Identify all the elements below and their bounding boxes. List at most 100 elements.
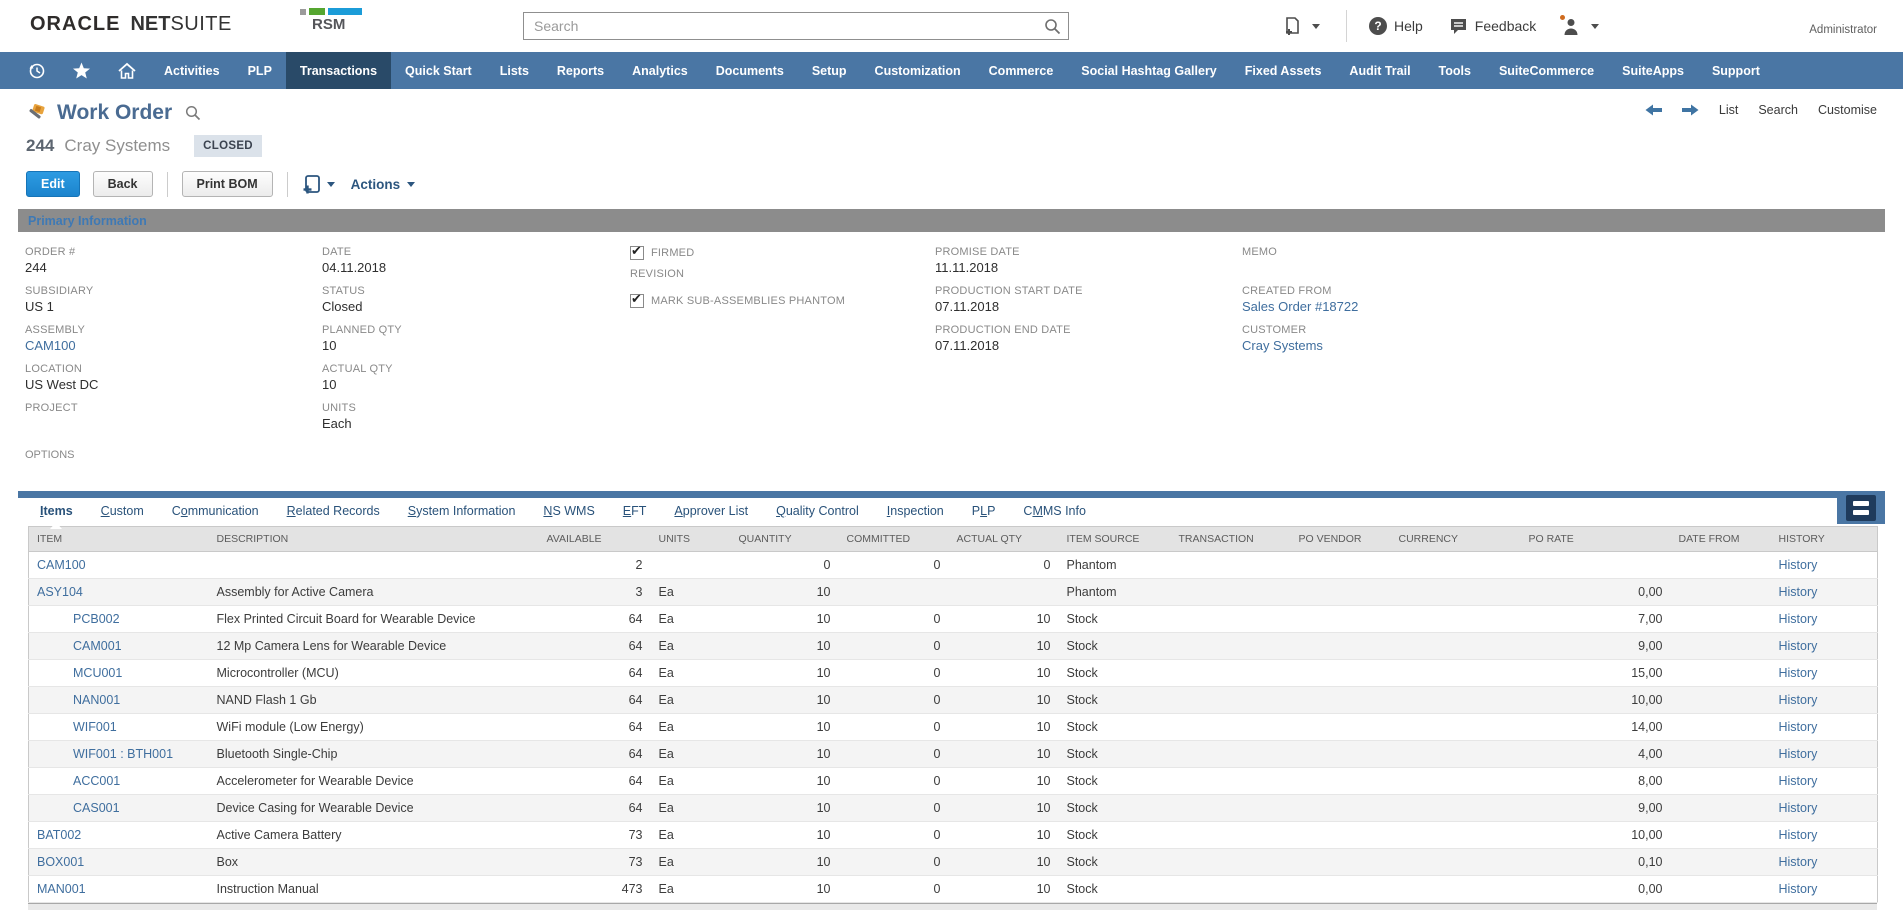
create-new-menu[interactable] <box>1283 16 1320 36</box>
nav-item-analytics[interactable]: Analytics <box>618 52 702 89</box>
history-link[interactable]: History <box>1779 666 1818 680</box>
record-search-icon[interactable] <box>185 105 201 121</box>
item-link[interactable]: NAN001 <box>73 693 120 707</box>
nav-item-lists[interactable]: Lists <box>486 52 543 89</box>
subtab-approver-list[interactable]: Approver List <box>660 498 762 522</box>
mark-sub-assemblies-phantom-checkbox[interactable]: ✔ <box>630 294 644 308</box>
customise-link[interactable]: Customise <box>1818 103 1877 117</box>
item-link[interactable]: WIF001 <box>73 720 117 734</box>
item-link[interactable]: MAN001 <box>37 882 86 896</box>
cell-quantity: 10 <box>731 768 839 795</box>
item-link[interactable]: ACC001 <box>73 774 120 788</box>
subtab-communication[interactable]: Communication <box>158 498 273 522</box>
cell-item_source: Stock <box>1059 741 1171 768</box>
favorites-star-icon[interactable] <box>59 52 104 89</box>
nav-item-setup[interactable]: Setup <box>798 52 861 89</box>
item-link[interactable]: BAT002 <box>37 828 81 842</box>
cell-item_source: Stock <box>1059 849 1171 876</box>
cell-committed: 0 <box>839 633 949 660</box>
item-link[interactable]: PCB002 <box>73 612 120 626</box>
field-value: US 1 <box>25 299 322 315</box>
subtab-quality-control[interactable]: Quality Control <box>762 498 873 522</box>
prev-record-arrow-icon[interactable] <box>1645 104 1662 116</box>
cell-quantity: 10 <box>731 633 839 660</box>
nav-item-audit-trail[interactable]: Audit Trail <box>1335 52 1424 89</box>
nav-item-commerce[interactable]: Commerce <box>975 52 1068 89</box>
item-link[interactable]: MCU001 <box>73 666 122 680</box>
cell-item: ASY104 <box>29 579 209 606</box>
recent-records-icon[interactable] <box>14 52 59 89</box>
cell-available: 64 <box>539 660 651 687</box>
nav-item-activities[interactable]: Activities <box>150 52 234 89</box>
cell-description <box>209 552 539 579</box>
home-icon[interactable] <box>104 52 150 89</box>
subtab-inspection[interactable]: Inspection <box>873 498 958 522</box>
subtab-system-information[interactable]: System Information <box>394 498 530 522</box>
firmed-checkbox[interactable]: ✔ <box>630 246 644 260</box>
cell-units <box>651 552 731 579</box>
print-bom-button[interactable]: Print BOM <box>182 171 273 197</box>
nav-item-plp[interactable]: PLP <box>234 52 286 89</box>
list-link[interactable]: List <box>1719 103 1738 117</box>
item-link[interactable]: ASY104 <box>37 585 83 599</box>
history-link[interactable]: History <box>1779 828 1818 842</box>
field-value-link[interactable]: CAM100 <box>25 338 322 354</box>
nav-item-support[interactable]: Support <box>1698 52 1774 89</box>
nav-item-suiteapps[interactable]: SuiteApps <box>1608 52 1698 89</box>
field-value-link[interactable]: Sales Order #18722 <box>1242 299 1539 315</box>
actions-menu[interactable]: Actions <box>351 177 416 192</box>
item-link[interactable]: WIF001 : BTH001 <box>73 747 173 761</box>
feedback-menu[interactable]: Feedback <box>1449 17 1536 35</box>
cell-description: Instruction Manual <box>209 876 539 903</box>
nav-item-quick-start[interactable]: Quick Start <box>391 52 486 89</box>
cell-date_from <box>1671 822 1771 849</box>
subtab-custom[interactable]: Custom <box>87 498 158 522</box>
nav-item-suitecommerce[interactable]: SuiteCommerce <box>1485 52 1608 89</box>
history-link[interactable]: History <box>1779 774 1818 788</box>
cell-item_source: Stock <box>1059 606 1171 633</box>
history-link[interactable]: History <box>1779 720 1818 734</box>
nav-item-fixed-assets[interactable]: Fixed Assets <box>1231 52 1336 89</box>
nav-item-social-hashtag-gallery[interactable]: Social Hashtag Gallery <box>1067 52 1230 89</box>
cell-transaction <box>1171 552 1291 579</box>
subtab-items[interactable]: Items <box>26 498 87 522</box>
global-search-input[interactable] <box>524 18 1036 34</box>
history-link[interactable]: History <box>1779 855 1818 869</box>
subtab-related-records[interactable]: Related Records <box>273 498 394 522</box>
nav-item-customization[interactable]: Customization <box>861 52 975 89</box>
nav-item-documents[interactable]: Documents <box>702 52 798 89</box>
subtab-ns-wms[interactable]: NS WMS <box>529 498 608 522</box>
history-link[interactable]: History <box>1779 612 1818 626</box>
roles-menu[interactable] <box>1562 17 1599 36</box>
subtab-eft[interactable]: EFT <box>609 498 661 522</box>
cell-quantity: 10 <box>731 579 839 606</box>
search-link[interactable]: Search <box>1758 103 1798 117</box>
history-link[interactable]: History <box>1779 882 1818 896</box>
nav-item-transactions[interactable]: Transactions <box>286 52 391 89</box>
search-icon[interactable] <box>1036 13 1068 39</box>
history-link[interactable]: History <box>1779 558 1818 572</box>
column-header-po-rate: PO RATE <box>1521 527 1671 552</box>
back-button[interactable]: Back <box>93 171 153 197</box>
subtab-cmms-info[interactable]: CMMS Info <box>1009 498 1100 522</box>
field-label: STATUS <box>322 285 630 297</box>
item-link[interactable]: BOX001 <box>37 855 84 869</box>
history-link[interactable]: History <box>1779 801 1818 815</box>
history-link[interactable]: History <box>1779 693 1818 707</box>
help-menu[interactable]: ? Help <box>1369 17 1423 35</box>
history-link[interactable]: History <box>1779 585 1818 599</box>
edit-button[interactable]: Edit <box>26 171 80 197</box>
item-link[interactable]: CAS001 <box>73 801 120 815</box>
cell-units: Ea <box>651 633 731 660</box>
collapse-rows-icon[interactable] <box>1846 495 1876 521</box>
nav-item-reports[interactable]: Reports <box>543 52 618 89</box>
next-record-arrow-icon[interactable] <box>1682 104 1699 116</box>
field-value-link[interactable]: Cray Systems <box>1242 338 1539 354</box>
new-document-menu[interactable] <box>302 174 335 195</box>
item-link[interactable]: CAM001 <box>73 639 122 653</box>
item-link[interactable]: CAM100 <box>37 558 86 572</box>
subtab-plp[interactable]: PLP <box>958 498 1010 522</box>
nav-item-tools[interactable]: Tools <box>1425 52 1485 89</box>
history-link[interactable]: History <box>1779 639 1818 653</box>
history-link[interactable]: History <box>1779 747 1818 761</box>
